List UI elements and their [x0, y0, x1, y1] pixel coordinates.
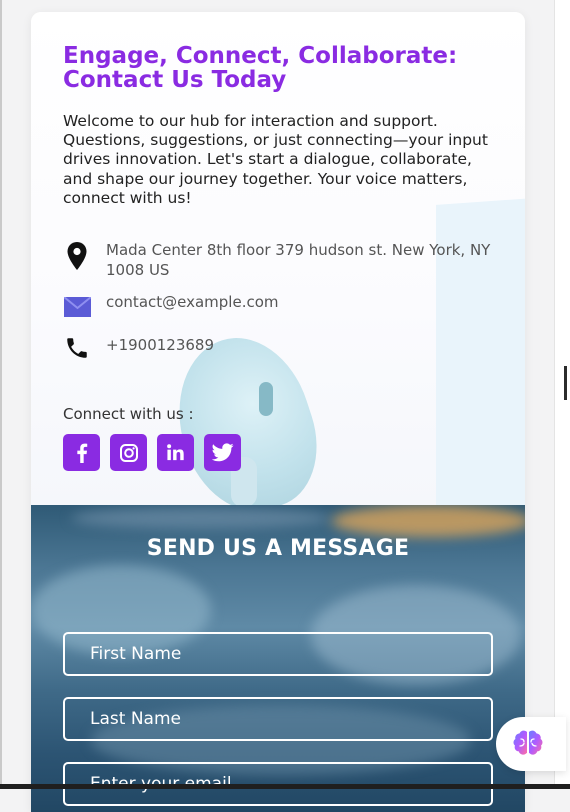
- facebook-button[interactable]: [63, 434, 100, 471]
- resize-handle[interactable]: [564, 366, 567, 400]
- message-form-section: SEND US A MESSAGE: [31, 505, 525, 812]
- last-name-input[interactable]: [63, 697, 493, 741]
- first-name-input[interactable]: [63, 632, 493, 676]
- linkedin-icon: [167, 444, 184, 461]
- twitter-icon: [211, 443, 234, 462]
- page-title: Engage, Connect, Collaborate: Contact Us…: [63, 43, 458, 93]
- contact-card: Engage, Connect, Collaborate: Contact Us…: [31, 12, 525, 812]
- phone-icon: [63, 333, 91, 363]
- envelope-icon: [63, 292, 91, 322]
- facebook-icon: [76, 443, 87, 463]
- email-link[interactable]: contact@example.com: [106, 293, 496, 313]
- assistant-launcher[interactable]: [496, 717, 566, 771]
- phone-number[interactable]: +1900123689: [106, 336, 496, 356]
- location-pin-icon: [63, 241, 91, 271]
- linkedin-button[interactable]: [157, 434, 194, 471]
- side-panel: [554, 0, 570, 789]
- twitter-button[interactable]: [204, 434, 241, 471]
- instagram-icon: [119, 443, 138, 462]
- window-edge: [0, 0, 2, 789]
- form-title: SEND US A MESSAGE: [146, 536, 410, 561]
- intro-text: Welcome to our hub for interaction and s…: [63, 112, 488, 207]
- brain-icon: [513, 730, 543, 755]
- connect-label: Connect with us :: [63, 405, 194, 423]
- social-links: [63, 434, 241, 471]
- instagram-button[interactable]: [110, 434, 147, 471]
- address-text: Mada Center 8th floor 379 hudson st. New…: [106, 241, 491, 279]
- bottom-edge: [0, 784, 570, 789]
